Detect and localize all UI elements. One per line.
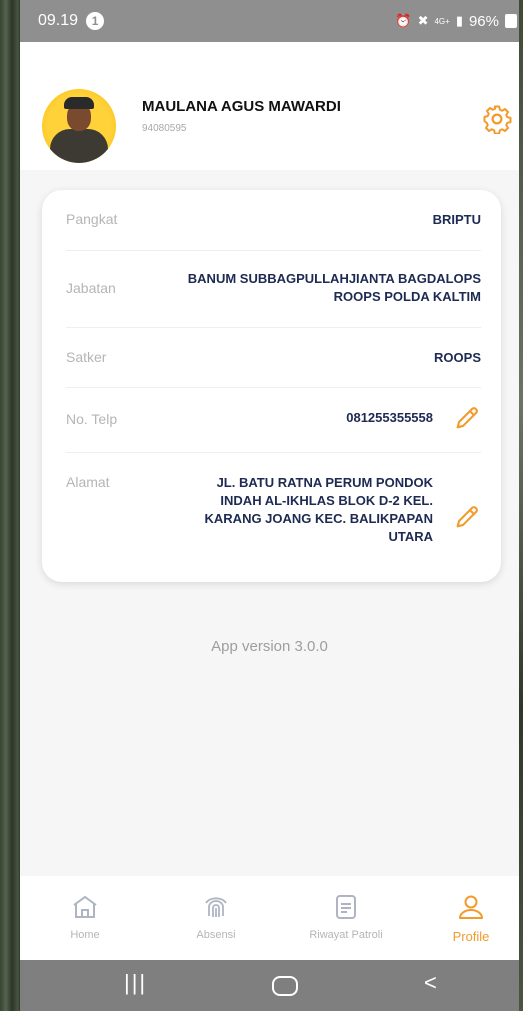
system-navigation-bar: ||| < (20, 960, 519, 1011)
edit-phone-pencil-icon[interactable] (453, 404, 481, 432)
battery-icon (505, 14, 517, 28)
profile-header: MAULANA AGUS MAWARDI 94080595 (20, 42, 519, 170)
nav-absensi[interactable]: Absensi (161, 876, 271, 960)
detail-label: Satker (66, 349, 107, 365)
fingerprint-icon (205, 897, 227, 917)
detail-value: BRIPTU (432, 212, 481, 227)
phone-screen: 09.19 1 ⏰ ✖ 4G+ ▮ 96% MAULANA AGUS MAWAR… (20, 0, 519, 1011)
nav-riwayat-patroli-label: Riwayat Patroli (309, 929, 383, 941)
nav-absensi-label: Absensi (196, 929, 236, 941)
detail-label: Jabatan (66, 280, 116, 296)
profile-details-card: Pangkat BRIPTU Jabatan BANUM SUBBAGPULLA… (42, 190, 501, 582)
signal-icon: ▮ (455, 13, 463, 28)
detail-row-alamat: Alamat JL. BATU RATNA PERUM PONDOK INDAH… (66, 452, 481, 582)
alarm-icon: ⏰ (395, 13, 412, 28)
recent-apps-icon[interactable]: ||| (124, 970, 147, 996)
bottom-navigation: Home Absensi Riwayat Patroli Profile (20, 876, 519, 960)
mute-icon: ✖ (417, 13, 429, 28)
detail-value: ROOPS (434, 350, 481, 365)
app-version-text: App version 3.0.0 (211, 638, 328, 655)
detail-label: No. Telp (66, 411, 118, 427)
nav-profile[interactable]: Profile (423, 876, 519, 960)
detail-value: BANUM SUBBAGPULLAHJIANTA BAGDALOPS ROOPS… (187, 271, 481, 304)
home-button-icon[interactable] (272, 976, 298, 996)
detail-row-jabatan: Jabatan BANUM SUBBAGPULLAHJIANTA BAGDALO… (66, 250, 481, 328)
home-icon (73, 895, 97, 918)
nav-profile-label: Profile (452, 929, 490, 944)
detail-row-telp: No. Telp 081255355558 (66, 387, 481, 453)
detail-label: Alamat (66, 474, 110, 490)
nav-home-label: Home (70, 929, 100, 941)
network-type-label: 4G+ (434, 16, 450, 26)
document-icon (336, 895, 356, 919)
back-icon[interactable]: < (424, 970, 437, 996)
gear-icon[interactable] (482, 104, 512, 134)
profile-id-number: 94080595 (142, 123, 187, 134)
avatar[interactable] (42, 89, 116, 163)
detail-value: 081255355558 (346, 410, 433, 425)
detail-row-pangkat: Pangkat BRIPTU (66, 190, 481, 251)
detail-label: Pangkat (66, 211, 118, 227)
background-photo-edge (519, 0, 523, 1011)
detail-value: JL. BATU RATNA PERUM PONDOK INDAH AL-IKH… (204, 475, 433, 544)
status-bar: 09.19 1 ⏰ ✖ 4G+ ▮ 96% (20, 0, 519, 42)
battery-percentage: 96% (468, 12, 499, 30)
detail-row-satker: Satker ROOPS (66, 327, 481, 388)
user-icon (459, 895, 483, 919)
nav-home[interactable]: Home (30, 876, 140, 960)
notification-count-badge: 1 (86, 12, 105, 30)
profile-name: MAULANA AGUS MAWARDI (142, 98, 341, 115)
status-time: 09.19 (38, 12, 79, 29)
edit-address-pencil-icon[interactable] (453, 503, 481, 531)
nav-riwayat-patroli[interactable]: Riwayat Patroli (291, 876, 401, 960)
